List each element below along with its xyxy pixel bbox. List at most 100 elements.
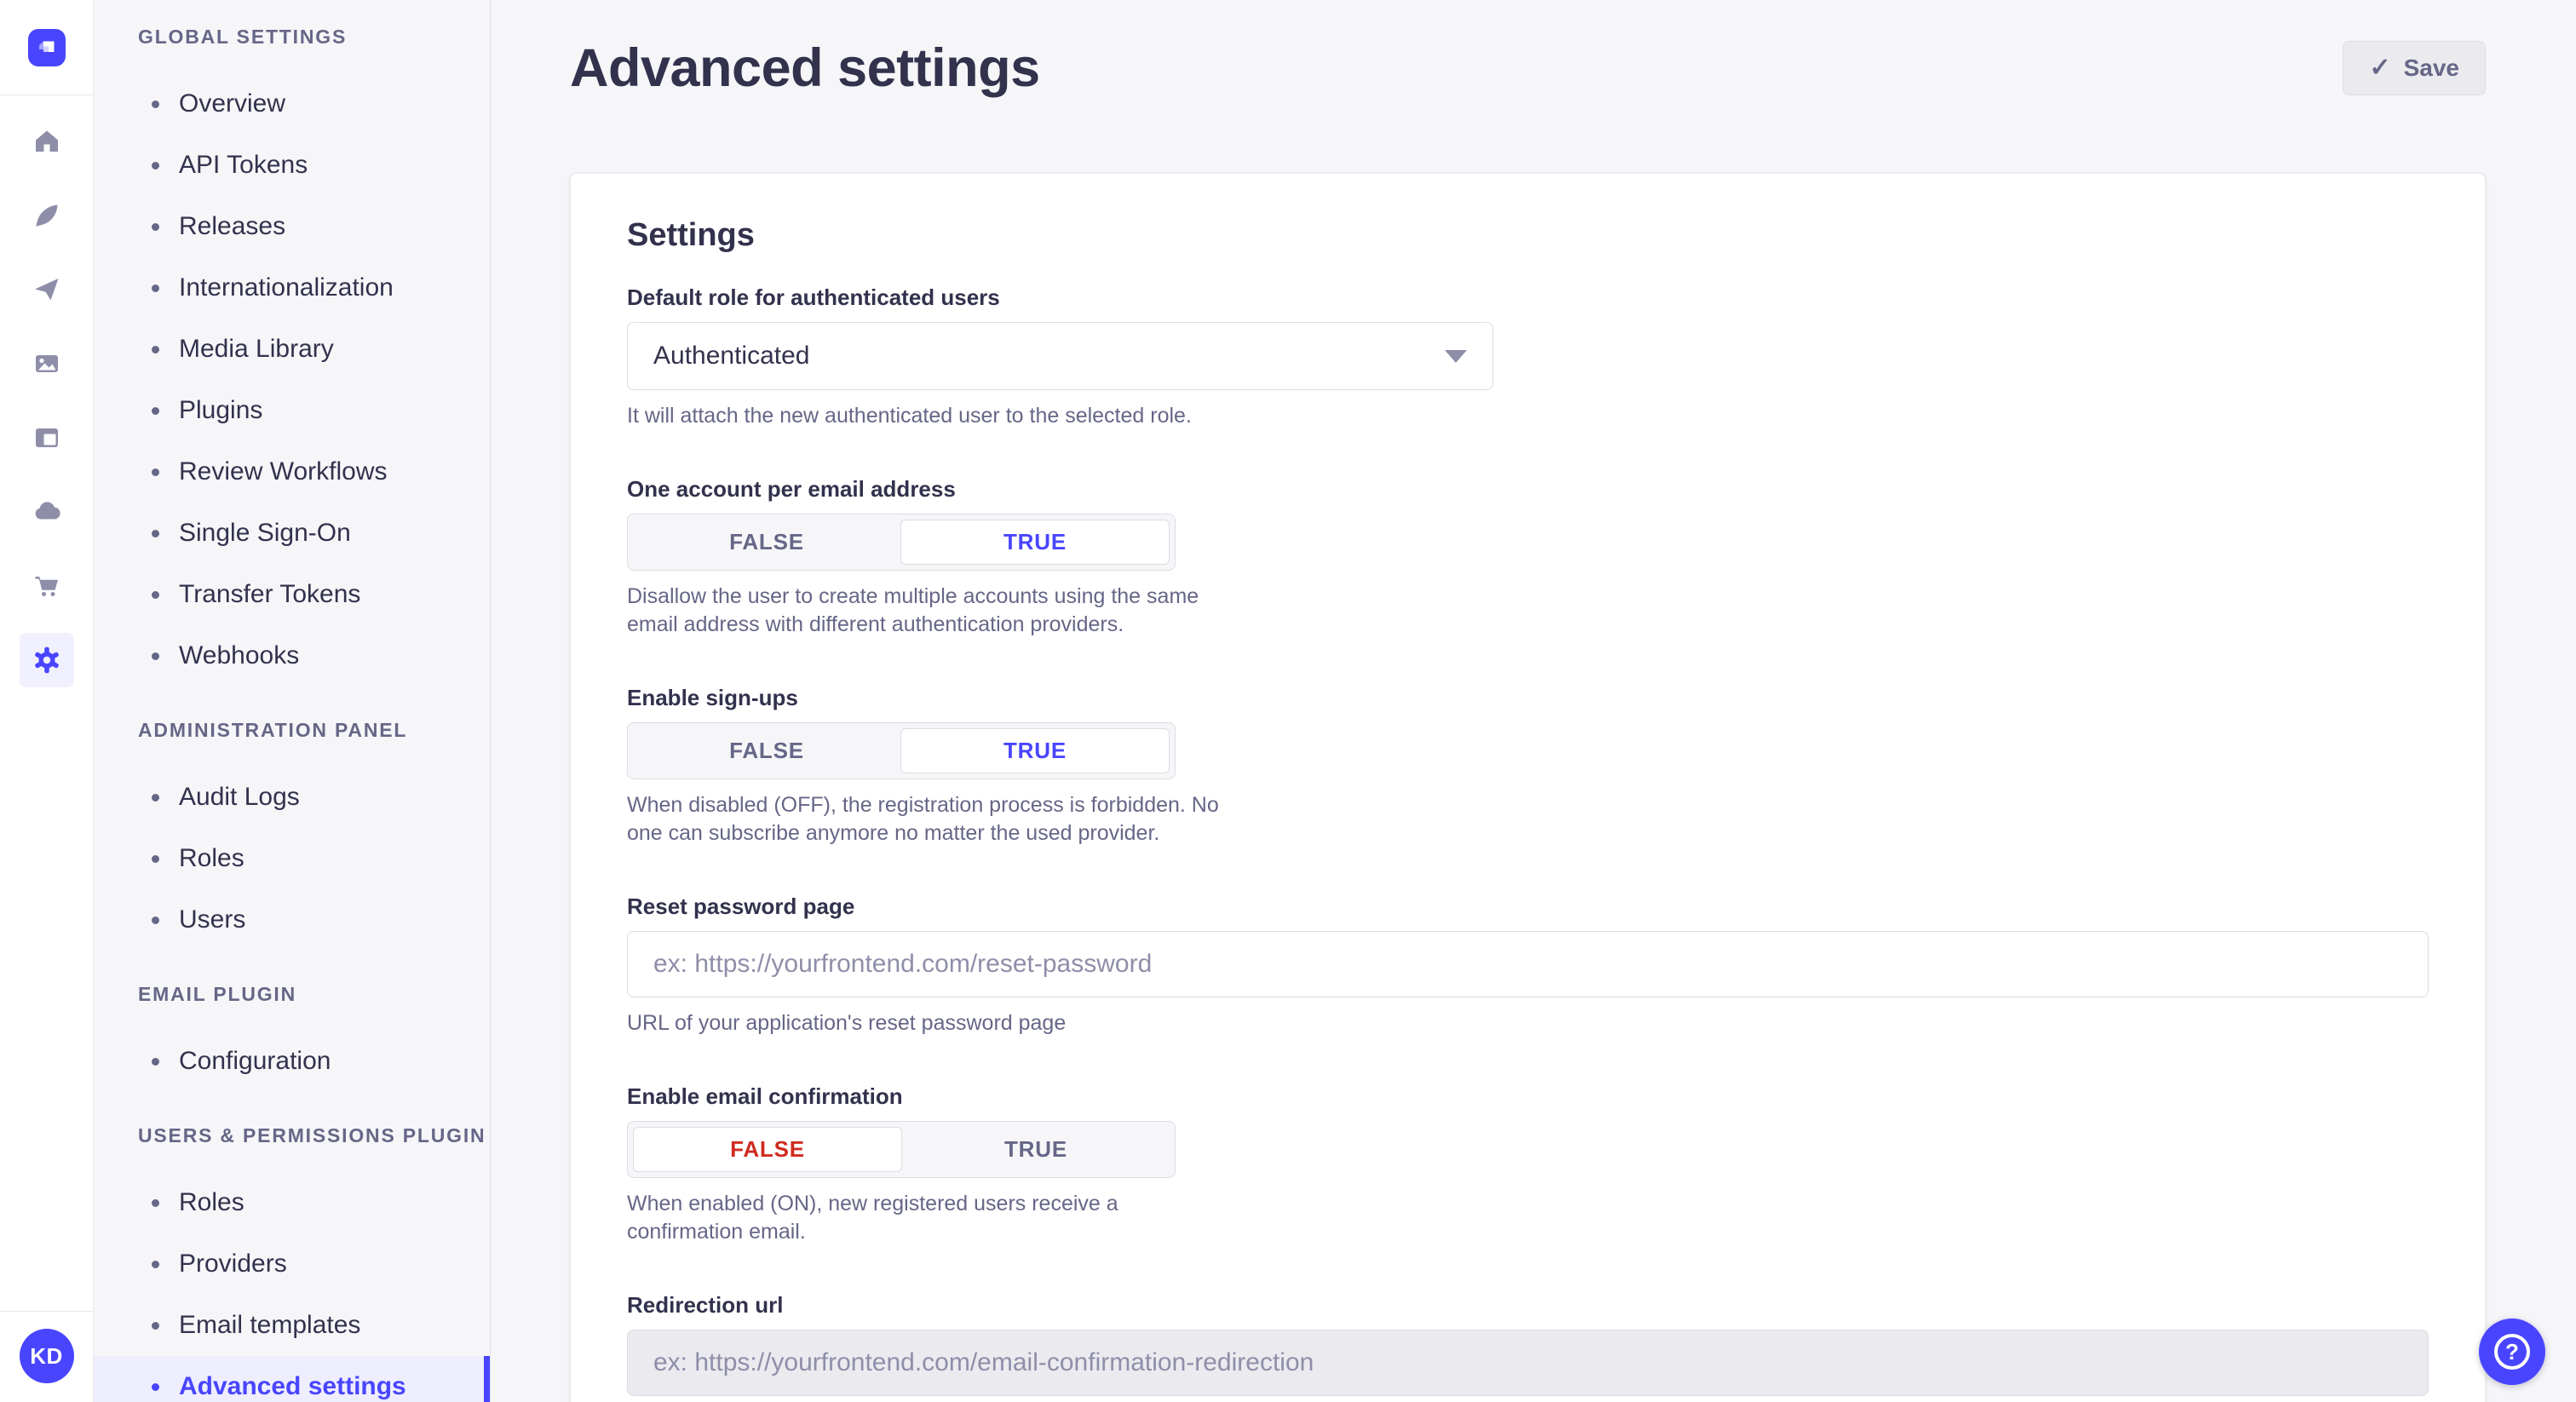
sidebar-item-audit-logs[interactable]: Audit Logs: [94, 767, 490, 828]
sidebar-item-label: Review Workflows: [179, 457, 388, 486]
field-enable-signups: Enable sign-ups FALSE TRUE When disabled…: [627, 683, 2429, 848]
redirection-url-input: [627, 1330, 2429, 1396]
sidebar-item-label: Plugins: [179, 396, 262, 425]
bullet-icon: [152, 1322, 159, 1330]
bullet-icon: [152, 794, 159, 802]
logo-area: [0, 0, 93, 95]
releases-icon[interactable]: [20, 262, 74, 317]
deploy-icon[interactable]: [20, 485, 74, 539]
signups-toggle[interactable]: FALSE TRUE: [627, 722, 1176, 779]
bullet-icon: [152, 284, 159, 292]
bullet-icon: [152, 1058, 159, 1066]
home-icon[interactable]: [20, 114, 74, 169]
sidebar-item-label: Roles: [179, 844, 244, 873]
sidebar-item-internationalization[interactable]: Internationalization: [94, 257, 490, 319]
sidebar-section-email: EMAIL PLUGIN Configuration: [94, 981, 490, 1092]
toggle-option-true[interactable]: TRUE: [900, 520, 1170, 565]
sidebar-item-label: Webhooks: [179, 641, 299, 670]
sidebar-item-up-roles[interactable]: Roles: [94, 1172, 490, 1233]
field-email-confirmation: Enable email confirmation FALSE TRUE Whe…: [627, 1082, 2429, 1246]
strapi-logo[interactable]: [28, 29, 66, 66]
sidebar-section-header: GLOBAL SETTINGS: [94, 24, 490, 49]
bullet-icon: [152, 468, 159, 476]
sidebar-item-plugins[interactable]: Plugins: [94, 380, 490, 441]
sidebar-item-email-configuration[interactable]: Configuration: [94, 1031, 490, 1092]
bullet-icon: [152, 591, 159, 599]
bullet-icon: [152, 855, 159, 863]
sidebar-section-header: EMAIL PLUGIN: [94, 981, 490, 1007]
toggle-option-true[interactable]: TRUE: [902, 1127, 1170, 1172]
field-label: Redirection url: [627, 1290, 2429, 1319]
bullet-icon: [152, 1199, 159, 1207]
media-library-icon[interactable]: [20, 336, 74, 391]
select-value: Authenticated: [653, 342, 809, 371]
sidebar-item-api-tokens[interactable]: API Tokens: [94, 135, 490, 196]
field-default-role: Default role for authenticated users Aut…: [627, 283, 2429, 430]
bullet-icon: [152, 1383, 159, 1391]
strapi-logo-icon: [36, 37, 58, 59]
content-manager-icon[interactable]: [20, 188, 74, 243]
reset-password-input[interactable]: [627, 931, 2429, 997]
chevron-down-icon: [1445, 350, 1467, 363]
sidebar-item-label: Releases: [179, 212, 285, 241]
toggle-option-false[interactable]: FALSE: [633, 1127, 902, 1172]
field-label: Enable sign-ups: [627, 683, 2429, 712]
marketplace-icon[interactable]: [20, 559, 74, 613]
sidebar-item-label: Transfer Tokens: [179, 580, 360, 609]
sidebar-item-single-sign-on[interactable]: Single Sign-On: [94, 503, 490, 564]
sidebar-item-label: Configuration: [179, 1047, 331, 1076]
field-reset-password: Reset password page URL of your applicat…: [627, 892, 2429, 1037]
field-one-account: One account per email address FALSE TRUE…: [627, 474, 2429, 639]
sidebar-section-header: USERS & PERMISSIONS PLUGIN: [94, 1123, 490, 1148]
toggle-option-false[interactable]: FALSE: [633, 520, 900, 565]
page-title: Advanced settings: [570, 37, 1040, 99]
email-confirmation-toggle[interactable]: FALSE TRUE: [627, 1121, 1176, 1178]
rail-nav: [0, 95, 93, 707]
field-label: Default role for authenticated users: [627, 283, 2429, 312]
icon-rail: KD: [0, 0, 94, 1402]
sidebar-item-label: Advanced settings: [179, 1372, 406, 1401]
one-account-toggle[interactable]: FALSE TRUE: [627, 514, 1176, 571]
sidebar-item-admin-users[interactable]: Users: [94, 889, 490, 951]
sidebar-item-overview[interactable]: Overview: [94, 73, 490, 135]
check-icon: ✓: [2369, 55, 2390, 81]
sidebar-item-label: Internationalization: [179, 273, 394, 302]
field-hint: URL of your application's reset password…: [627, 1009, 2429, 1037]
default-role-select[interactable]: Authenticated: [627, 322, 1493, 390]
save-button-label: Save: [2404, 55, 2459, 82]
avatar-initials: KD: [30, 1343, 63, 1370]
sidebar-item-webhooks[interactable]: Webhooks: [94, 625, 490, 687]
bullet-icon: [152, 916, 159, 924]
settings-subnav: GLOBAL SETTINGS Overview API Tokens Rele…: [94, 0, 491, 1402]
sidebar-item-media-library[interactable]: Media Library: [94, 319, 490, 380]
content-type-builder-icon[interactable]: [20, 411, 74, 465]
sidebar-item-transfer-tokens[interactable]: Transfer Tokens: [94, 564, 490, 625]
bullet-icon: [152, 530, 159, 537]
question-mark-icon: ?: [2494, 1334, 2530, 1370]
settings-heading: Settings: [627, 215, 2429, 256]
toggle-option-false[interactable]: FALSE: [633, 728, 900, 773]
sidebar-item-review-workflows[interactable]: Review Workflows: [94, 441, 490, 503]
settings-icon[interactable]: [20, 633, 74, 687]
field-hint: It will attach the new authenticated use…: [627, 402, 2429, 430]
sidebar-item-label: Media Library: [179, 335, 334, 364]
sidebar-item-advanced-settings[interactable]: Advanced settings: [94, 1356, 490, 1402]
sidebar-item-releases[interactable]: Releases: [94, 196, 490, 257]
field-hint: Disallow the user to create multiple acc…: [627, 583, 1223, 639]
sidebar-item-up-providers[interactable]: Providers: [94, 1233, 490, 1295]
sidebar-item-label: Single Sign-On: [179, 519, 351, 548]
toggle-option-true[interactable]: TRUE: [900, 728, 1170, 773]
sidebar-item-admin-roles[interactable]: Roles: [94, 828, 490, 889]
bullet-icon: [152, 223, 159, 231]
save-button[interactable]: ✓ Save: [2343, 41, 2486, 95]
rail-bottom: KD: [0, 1311, 93, 1402]
main-content: Advanced settings ✓ Save Settings Defaul…: [491, 0, 2576, 1402]
settings-card: Settings Default role for authenticated …: [570, 173, 2486, 1402]
sidebar-item-email-templates[interactable]: Email templates: [94, 1295, 490, 1356]
bullet-icon: [152, 162, 159, 170]
user-avatar[interactable]: KD: [20, 1329, 74, 1383]
app-root: KD GLOBAL SETTINGS Overview API Tokens R…: [0, 0, 2576, 1402]
help-button[interactable]: ?: [2479, 1319, 2545, 1385]
bullet-icon: [152, 101, 159, 108]
bullet-icon: [152, 346, 159, 353]
